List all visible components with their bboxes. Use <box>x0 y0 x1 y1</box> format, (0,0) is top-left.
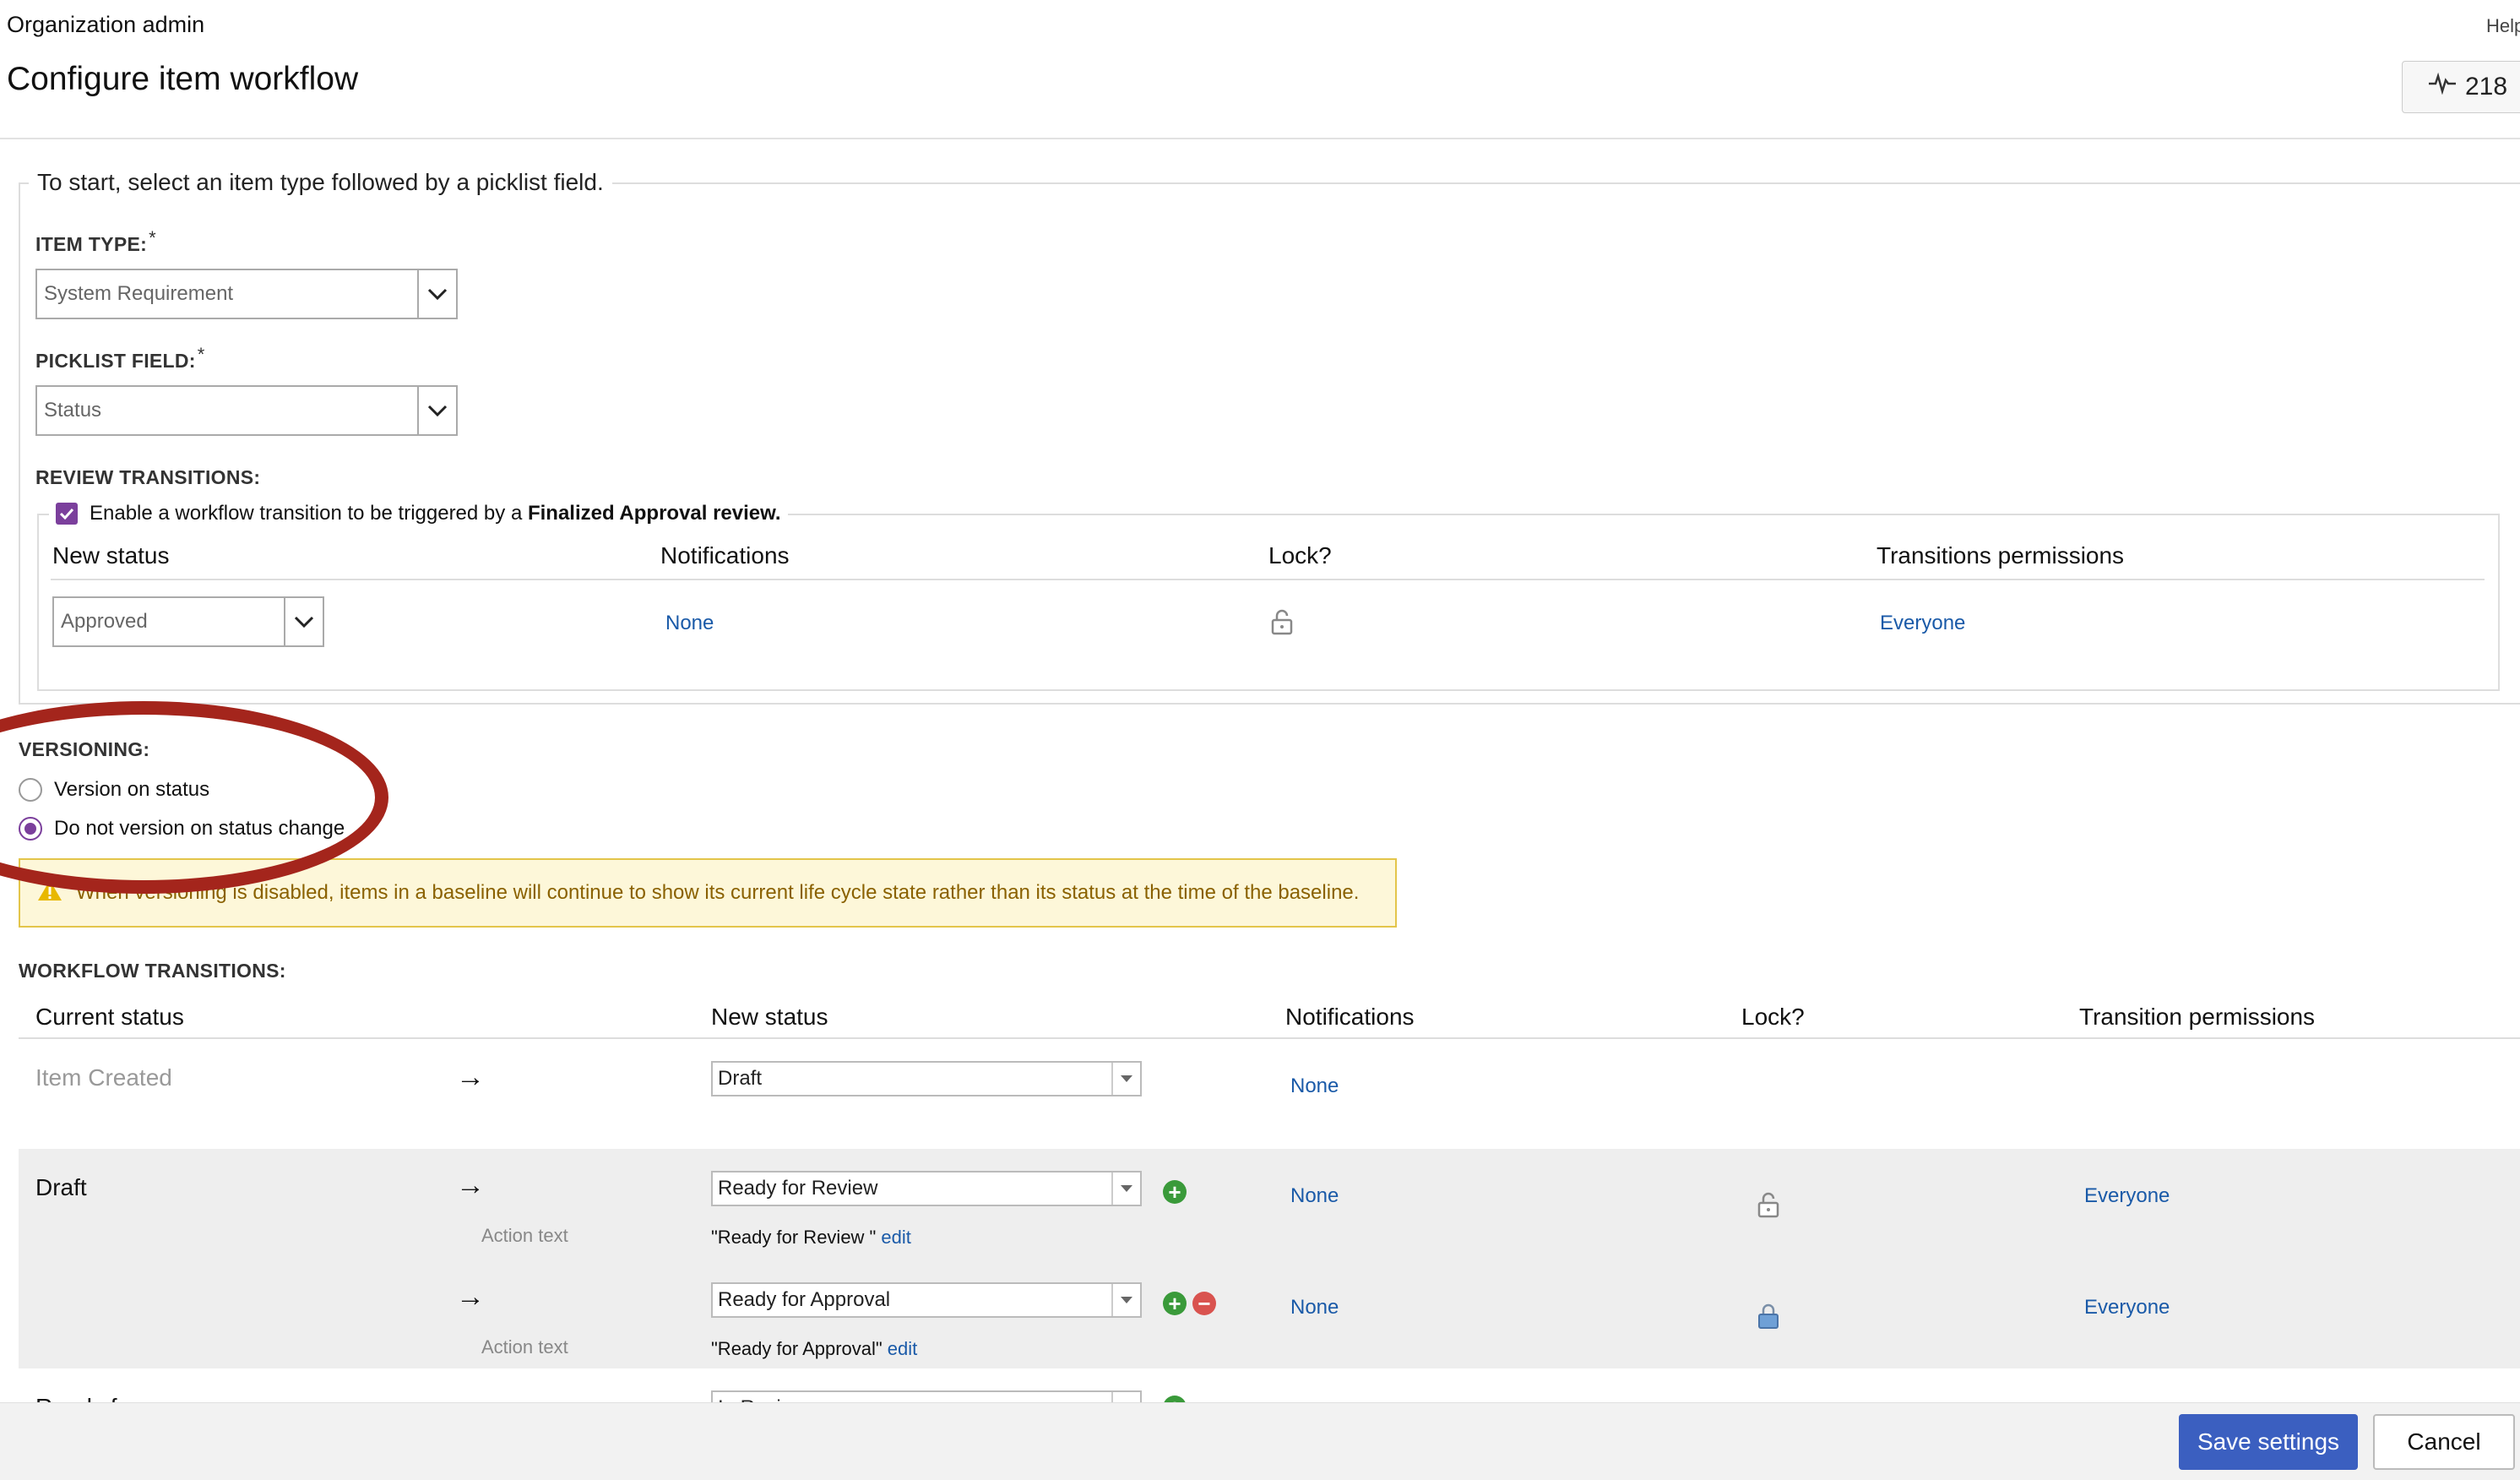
transition-arrow: → <box>456 1061 485 1093</box>
review-col-permissions: Transitions permissions <box>1876 542 2125 569</box>
chevron-down-icon[interactable] <box>417 270 456 318</box>
add-transition-button[interactable]: + <box>1163 1180 1187 1204</box>
wf-notifications-link[interactable]: None <box>1290 1296 1339 1319</box>
item-type-select[interactable]: System Requirement <box>35 269 458 319</box>
wf-row-current-status: Item Created <box>35 1064 172 1091</box>
wf-notifications-link[interactable]: None <box>1290 1075 1339 1098</box>
chevron-down-icon[interactable] <box>417 387 456 434</box>
review-col-notifications: Notifications <box>660 542 790 569</box>
review-checkbox-text: Enable a workflow transition to be trigg… <box>90 502 528 525</box>
review-col-lock: Lock? <box>1268 542 1332 569</box>
item-type-label: ITEM TYPE:* <box>35 227 156 255</box>
activity-button[interactable]: 218 <box>2402 61 2520 113</box>
wf-new-status-value: Ready for Review <box>718 1177 878 1200</box>
add-transition-button[interactable]: + <box>1163 1292 1187 1315</box>
wf-col-lock: Lock? <box>1741 1004 1805 1030</box>
review-divider <box>51 579 2485 580</box>
action-text-label: Action text <box>481 1336 568 1358</box>
review-checkbox-row[interactable]: Enable a workflow transition to be trigg… <box>49 502 788 525</box>
wf-col-new-status: New status <box>711 1004 828 1030</box>
workflow-transitions-label: WORKFLOW TRANSITIONS: <box>19 960 286 982</box>
wf-draft-group <box>19 1149 2520 1368</box>
edit-action-link[interactable]: edit <box>881 1227 910 1248</box>
activity-count: 218 <box>2465 73 2508 101</box>
wf-permissions-link[interactable]: Everyone <box>2084 1184 2170 1208</box>
action-text-value: "Ready for Review " edit <box>711 1227 911 1248</box>
transition-arrow: → <box>456 1281 485 1313</box>
transition-arrow: → <box>456 1169 485 1201</box>
wf-row-current-status: Draft <box>35 1174 87 1200</box>
wf-col-permissions: Transition permissions <box>2079 1004 2316 1030</box>
pulse-icon <box>2428 72 2457 101</box>
header-divider <box>0 138 2520 139</box>
cancel-button[interactable]: Cancel <box>2373 1414 2515 1470</box>
picklist-field-value: Status <box>44 399 102 422</box>
unlock-icon[interactable] <box>1270 608 1294 639</box>
caret-down-icon[interactable] <box>1111 1063 1140 1095</box>
review-transitions-box <box>37 514 2500 691</box>
warning-text: When versioning is disabled, items in a … <box>76 881 1360 904</box>
wf-notifications-link[interactable]: None <box>1290 1184 1339 1208</box>
review-new-status-value: Approved <box>61 610 148 633</box>
review-col-new-status: New status <box>52 542 170 569</box>
footer-bar <box>0 1402 2520 1480</box>
breadcrumb[interactable]: Organization admin <box>7 12 204 38</box>
page-title: Configure item workflow <box>7 61 359 97</box>
wf-new-status-value: Draft <box>718 1067 763 1090</box>
wf-new-status-select[interactable]: Draft <box>711 1061 1142 1096</box>
action-text-label: Action text <box>481 1225 568 1246</box>
review-permissions-link[interactable]: Everyone <box>1880 612 1965 635</box>
setup-legend: To start, select an item type followed b… <box>29 169 612 196</box>
wf-new-status-select[interactable]: Ready for Review <box>711 1171 1142 1206</box>
caret-down-icon[interactable] <box>1111 1173 1140 1205</box>
edit-action-link[interactable]: edit <box>888 1338 917 1359</box>
item-type-value: System Requirement <box>44 282 234 305</box>
save-settings-button[interactable]: Save settings <box>2179 1414 2358 1470</box>
review-checkbox[interactable] <box>56 503 78 525</box>
wf-new-status-select[interactable]: Ready for Approval <box>711 1282 1142 1318</box>
lock-icon[interactable] <box>1757 1303 1780 1334</box>
picklist-field-select[interactable]: Status <box>35 385 458 436</box>
caret-down-icon[interactable] <box>1111 1284 1140 1316</box>
wf-new-status-value: Ready for Approval <box>718 1288 891 1311</box>
review-transitions-label: REVIEW TRANSITIONS: <box>35 466 261 488</box>
remove-transition-button[interactable]: − <box>1192 1292 1216 1315</box>
workflow-divider <box>19 1037 2520 1039</box>
review-checkbox-bold: Finalized Approval review. <box>527 502 781 525</box>
wf-col-notifications: Notifications <box>1285 1004 1415 1030</box>
chevron-down-icon[interactable] <box>284 598 323 645</box>
picklist-field-label: PICKLIST FIELD:* <box>35 344 205 372</box>
wf-permissions-link[interactable]: Everyone <box>2084 1296 2170 1319</box>
review-notifications-link[interactable]: None <box>665 612 714 635</box>
action-text-value: "Ready for Approval" edit <box>711 1338 918 1359</box>
wf-col-current-status: Current status <box>35 1004 184 1030</box>
help-link[interactable]: Help <box>2486 15 2520 37</box>
unlock-icon[interactable] <box>1757 1191 1780 1222</box>
review-new-status-select[interactable]: Approved <box>52 596 324 647</box>
